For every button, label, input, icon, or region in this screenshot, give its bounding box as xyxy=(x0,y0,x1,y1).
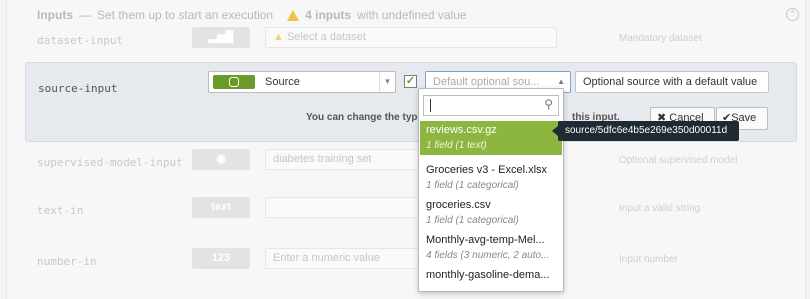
input-description: Input number xyxy=(619,254,678,265)
dropdown-option-selected[interactable]: reviews.csv.gz 1 field (1 text) xyxy=(420,121,562,155)
input-type-select[interactable]: Source ▼ xyxy=(208,71,396,93)
dropdown-search-input[interactable]: ⚲ xyxy=(423,95,559,116)
option-title: Monthly-avg-temp-Mel... xyxy=(426,234,545,246)
inputs-title: Inputs xyxy=(37,8,73,22)
option-title: Groceries v3 - Excel.xlsx xyxy=(426,164,548,176)
source-dropdown: ⚲ reviews.csv.gz 1 field (1 text) Grocer… xyxy=(418,88,564,292)
inputs-header: Inputs — Set them up to start an executi… xyxy=(37,7,467,23)
warning-icon xyxy=(287,9,300,21)
inputs-panel: Inputs — Set them up to start an executi… xyxy=(6,0,806,299)
dash: — xyxy=(79,8,91,22)
option-title: reviews.csv.gz xyxy=(426,124,497,136)
optional-checkbox[interactable]: ✓ xyxy=(404,75,417,88)
input-name: number-in xyxy=(37,255,97,268)
resource-id-tooltip: source/5dfc6e4b5e269e350d00011d xyxy=(552,121,739,141)
chevron-down-icon: ▼ xyxy=(379,72,395,92)
input-description: Mandatory dataset xyxy=(619,33,702,44)
input-row-dataset: dataset-input ▂▅█ ▲ Select a dataset Man… xyxy=(21,22,797,58)
input-row-text: text-in text Input a valid string xyxy=(21,192,797,228)
option-subtitle: 4 fields (3 numeric, 2 auto... xyxy=(426,250,550,261)
option-subtitle: 1 field (1 text) xyxy=(426,140,487,151)
input-name: source-input xyxy=(38,82,118,95)
dataset-type-icon: ▂▅█ xyxy=(192,27,250,48)
search-icon: ⚲ xyxy=(544,97,553,111)
help-text: You can change the type, xyxy=(306,112,426,123)
source-type-chip xyxy=(213,75,255,89)
warning-icon: ▲ xyxy=(273,31,287,43)
dropdown-option[interactable]: Groceries v3 - Excel.xlsx 1 field (1 cat… xyxy=(420,161,562,195)
collapse-icon[interactable]: ⌃ xyxy=(786,8,799,21)
option-title: groceries.csv xyxy=(426,199,491,211)
dropdown-option[interactable]: Monthly-avg-temp-Mel... 4 fields (3 nume… xyxy=(420,231,562,265)
database-icon xyxy=(229,77,239,87)
input-type-label: Source xyxy=(265,76,300,88)
default-source-placeholder: Default optional sou... xyxy=(433,76,540,88)
eye-icon: ◉ xyxy=(192,149,250,170)
description-input[interactable]: Optional source with a default value xyxy=(575,71,769,93)
supervised-select-value: diabetes training set xyxy=(273,153,372,165)
text-type-badge: text xyxy=(192,197,250,218)
option-title: monthly-gasoline-dema... xyxy=(426,269,550,281)
dataset-select[interactable]: ▲ Select a dataset xyxy=(265,27,557,48)
dropdown-option[interactable]: groceries.csv 1 field (1 categorical) xyxy=(420,196,562,230)
input-name: supervised-model-input xyxy=(37,156,183,169)
input-name: text-in xyxy=(37,204,84,217)
option-subtitle: 1 field (1 categorical) xyxy=(426,215,519,226)
number-input-placeholder: Enter a numeric value xyxy=(273,252,380,264)
dataset-select-value: Select a dataset xyxy=(286,31,366,43)
number-type-badge: 123 xyxy=(192,248,250,269)
input-row-number: number-in 123 Enter a numeric value Inpu… xyxy=(21,243,797,279)
text-caret xyxy=(430,99,431,112)
warning-count: 4 inputs xyxy=(305,8,352,22)
input-description: Input a valid string xyxy=(619,203,701,214)
warning-text: with undefined value xyxy=(357,8,467,22)
input-description: Optional supervised model xyxy=(619,155,738,166)
inputs-subtitle: Set them up to start an execution xyxy=(97,8,274,22)
option-subtitle: 1 field (1 categorical) xyxy=(426,180,519,191)
input-name: dataset-input xyxy=(37,34,124,47)
input-row-supervised: supervised-model-input ◉ diabetes traini… xyxy=(21,144,797,180)
dropdown-option[interactable]: monthly-gasoline-dema... xyxy=(420,266,562,291)
